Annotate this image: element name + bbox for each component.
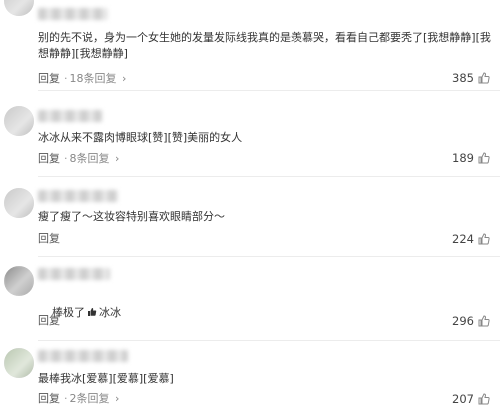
divider [38,256,500,257]
comment-meta: 回复 · 8条回复 › [38,152,120,165]
username-blurred[interactable] [38,350,128,362]
avatar[interactable] [4,266,34,296]
comment-meta: 回复 [38,314,62,328]
comment-text-suffix: 冰冰 [99,306,121,319]
comment-item: 最棒我冰[爱慕][爱慕][爱慕] 回复 · 2条回复 › 207 [0,342,500,407]
avatar[interactable] [4,0,34,16]
reply-count-link[interactable]: 18条回复 [70,72,117,85]
reply-button[interactable]: 回复 [38,392,60,405]
username-blurred[interactable] [38,268,110,280]
thumbs-up-icon [88,308,97,316]
comment-text: 瘦了瘦了～这妆容特别喜欢眼睛部分～ [38,210,225,223]
comment-meta: 回复 [38,232,62,246]
username-blurred[interactable] [38,110,102,122]
divider [38,340,500,341]
like-count: 385 [452,71,474,85]
comment-text: 别的先不说，身为一个女生她的发量发际线我真的是羡慕哭，看看自己都要秃了[我想静静… [38,31,491,60]
like-button[interactable]: 189 [452,151,490,165]
like-button[interactable]: 385 [452,71,490,85]
username-blurred[interactable] [38,8,108,20]
like-count: 207 [452,392,474,406]
avatar[interactable] [4,188,34,218]
thumbs-up-icon [478,393,490,405]
username-blurred[interactable] [38,190,118,202]
comment-item: 冰冰从来不露肉博眼球[赞][赞]美丽的女人 回复 · 8条回复 › 189 [0,96,500,182]
comment-item: 别的先不说，身为一个女生她的发量发际线我真的是羡慕哭，看看自己都要秃了[我想静静… [0,0,500,91]
like-button[interactable]: 296 [452,314,490,328]
like-count: 189 [452,151,474,165]
reply-count-link[interactable]: 8条回复 [70,152,110,165]
reply-count-link[interactable]: 2条回复 [70,392,110,405]
divider [38,90,500,91]
like-button[interactable]: 224 [452,232,490,246]
like-button[interactable]: 207 [452,392,490,406]
like-count: 224 [452,232,474,246]
avatar[interactable] [4,348,34,378]
comment-text: 棒极了 冰冰 [38,289,238,337]
chevron-right-icon: › [115,152,120,165]
comment-item: 棒极了 冰冰 回复 296 [0,262,500,342]
avatar[interactable] [4,106,34,136]
comment-text: 冰冰从来不露肉博眼球[赞][赞]美丽的女人 [38,131,243,144]
reply-button[interactable]: 回复 [38,232,60,245]
comment-text: 最棒我冰[爱慕][爱慕][爱慕] [38,372,174,385]
like-count: 296 [452,314,474,328]
chevron-right-icon: › [122,72,127,85]
thumbs-up-icon [478,72,490,84]
thumbs-up-icon [478,152,490,164]
thumbs-up-icon [478,233,490,245]
thumbs-up-icon [478,315,490,327]
reply-button[interactable]: 回复 [38,72,60,85]
divider [38,176,500,177]
reply-button[interactable]: 回复 [38,152,60,165]
comment-meta: 回复 · 18条回复 › [38,72,127,85]
comment-item: 瘦了瘦了～这妆容特别喜欢眼睛部分～ 回复 224 [0,182,500,257]
reply-button[interactable]: 回复 [38,314,60,327]
comment-meta: 回复 · 2条回复 › [38,392,120,405]
chevron-right-icon: › [115,392,120,405]
